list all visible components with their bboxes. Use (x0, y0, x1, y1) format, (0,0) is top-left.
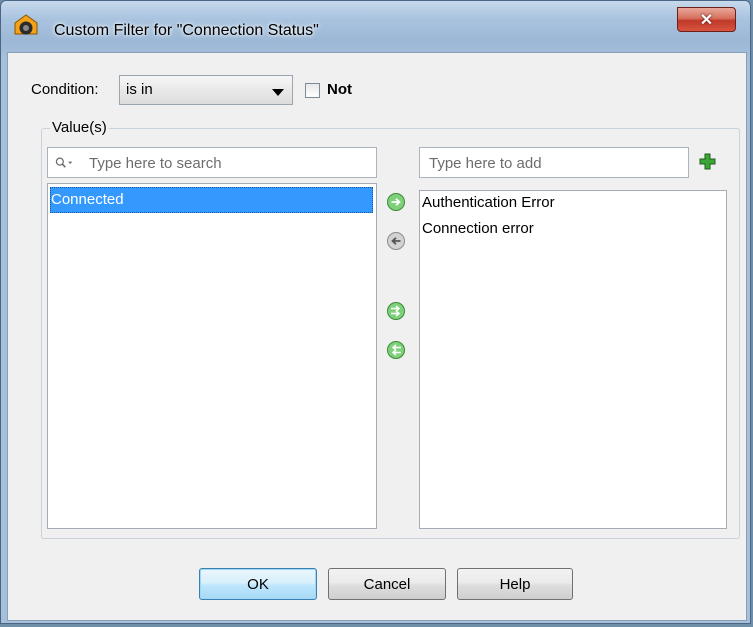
title-bar[interactable]: Custom Filter for "Connection Status" ✕ (1, 1, 750, 39)
cancel-button[interactable]: Cancel (328, 568, 446, 600)
double-arrow-right-icon[interactable] (386, 301, 406, 321)
search-icon[interactable] (55, 154, 73, 172)
chevron-down-icon (272, 89, 284, 96)
add-box[interactable] (419, 147, 689, 178)
double-arrow-left-icon[interactable] (386, 340, 406, 360)
search-input[interactable] (89, 153, 369, 173)
window-title: Custom Filter for "Connection Status" (54, 22, 319, 39)
green-plus-icon[interactable] (699, 153, 716, 170)
dialog-window: Custom Filter for "Connection Status" ✕ … (0, 0, 751, 624)
list-item[interactable]: Authentication Error (420, 191, 726, 217)
available-values-list[interactable]: Connected (47, 183, 377, 529)
ok-button[interactable]: OK (199, 568, 317, 600)
help-button[interactable]: Help (457, 568, 573, 600)
values-group-label: Value(s) (50, 119, 109, 136)
close-button[interactable]: ✕ (677, 7, 736, 32)
condition-selected-value: is in (126, 81, 153, 98)
arrow-right-icon[interactable] (386, 192, 406, 212)
app-icon (14, 14, 38, 35)
condition-select[interactable]: is in (119, 75, 293, 105)
search-box[interactable] (47, 147, 377, 178)
list-item[interactable]: Connected (50, 187, 373, 213)
chosen-values-list[interactable]: Authentication Error Connection error (419, 190, 727, 529)
add-value-input[interactable] (429, 153, 679, 173)
close-icon: ✕ (699, 12, 714, 29)
condition-label: Condition: (31, 81, 99, 98)
not-label: Not (327, 81, 352, 98)
list-item[interactable]: Connection error (420, 217, 726, 243)
not-checkbox[interactable] (305, 83, 320, 98)
arrow-left-icon[interactable] (386, 231, 406, 251)
